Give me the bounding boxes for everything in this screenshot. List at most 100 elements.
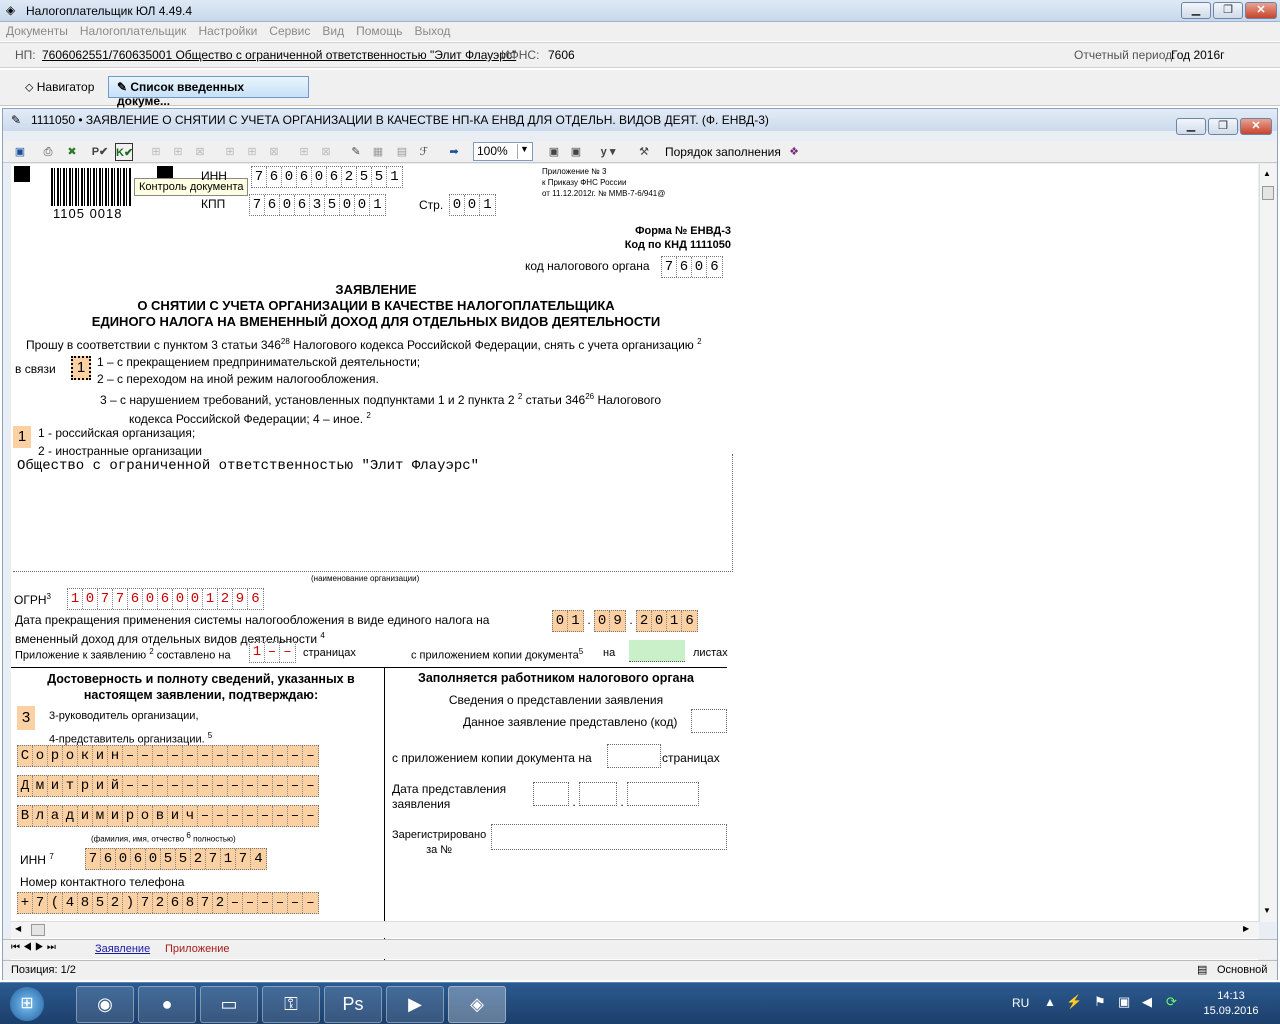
phone-cell: – — [228, 893, 243, 913]
window-icon[interactable]: ▣ — [545, 143, 563, 161]
ogrn-cell: 9 — [233, 589, 248, 609]
scroll-up-icon[interactable]: ▲ — [1263, 169, 1271, 178]
date-field[interactable]: 01 . 09 . 2016 — [552, 610, 699, 632]
minimize-button[interactable]: ▁ — [1181, 2, 1211, 19]
network-app-icon[interactable]: ⚿ — [262, 986, 320, 1023]
reason-field[interactable]: 1 — [71, 356, 91, 380]
kpp-field[interactable]: 760635001 — [249, 194, 386, 216]
inn2-field[interactable]: 760605527174 — [85, 848, 267, 870]
calendar-icon[interactable]: ▤ — [393, 143, 411, 161]
scroll-right-icon[interactable]: ▶ — [1243, 924, 1249, 933]
fill-order-button[interactable]: Порядок заполнения — [665, 145, 781, 159]
page-field[interactable]: 001 — [449, 194, 496, 216]
submission-date-field[interactable]: . . — [533, 782, 700, 809]
volume-icon[interactable]: ◀ — [1142, 994, 1152, 1010]
firefox-icon[interactable]: ● — [138, 986, 196, 1023]
maximize-button[interactable]: ❐ — [1213, 2, 1243, 19]
doc-close-button[interactable]: ✕ — [1240, 118, 1272, 135]
registered-number-field[interactable] — [491, 824, 727, 850]
signer-field[interactable]: 3 — [17, 706, 35, 730]
vertical-scrollbar[interactable]: ▲ ▼ — [1259, 164, 1276, 922]
horizontal-scroll-thumb[interactable] — [31, 924, 45, 936]
menu-help[interactable]: Помощь — [350, 22, 408, 40]
chrome-icon[interactable]: ◉ — [76, 986, 134, 1023]
menu-taxpayer[interactable]: Налогоплательщик — [74, 22, 193, 40]
windows-icon[interactable]: ▣ — [567, 143, 585, 161]
name-cell: – — [306, 778, 315, 794]
clock[interactable]: 14:13 15.09.2016 — [1196, 989, 1266, 1019]
scroll-down-icon[interactable]: ▼ — [1263, 906, 1271, 915]
save-icon[interactable]: ▣ — [11, 143, 29, 161]
patronymic-field[interactable]: Вл а д и м и р о в и ч – – – – – – – – — [17, 805, 319, 827]
surname-field[interactable]: Со р о к и н – – – – – – – – – – – – – — [17, 745, 319, 767]
grid-icon[interactable]: ▦ — [369, 143, 387, 161]
antivirus-icon[interactable]: ⚡ — [1066, 994, 1082, 1010]
vertical-scroll-thumb[interactable] — [1262, 186, 1274, 200]
phone-field[interactable]: +7(4 8 5 2) 7 2 6 8 7 2– – – – – – — [17, 892, 319, 914]
doc-minimize-button[interactable]: ▁ — [1176, 118, 1206, 135]
copy-pages-field[interactable] — [629, 640, 685, 662]
appendix-pages-field[interactable]: 1– – — [249, 641, 296, 663]
taxpayer-app-icon[interactable]: ◈ — [448, 986, 506, 1023]
sheet-tab-appendix[interactable]: Приложение — [165, 943, 230, 955]
book-icon[interactable]: ❖ — [785, 143, 803, 161]
phone-cell: 7 — [198, 893, 213, 913]
org-name-field[interactable]: Общество с ограниченной ответственностью… — [13, 454, 733, 572]
tray-expand-icon[interactable]: ▲ — [1044, 995, 1056, 1009]
close-button[interactable]: ✕ — [1245, 2, 1277, 19]
navigator-tab[interactable]: ⬦ Навигатор — [16, 76, 103, 98]
horizontal-scrollbar[interactable]: ◀ ▶ — [11, 921, 1259, 938]
menu-service[interactable]: Сервис — [263, 22, 316, 40]
sheet-nav-icons[interactable]: ⏮◀▶⏭ — [11, 942, 59, 953]
print-icon[interactable]: ⎙ — [39, 143, 57, 161]
doc-list-tab[interactable]: ✎ Список введенных докуме... — [108, 76, 309, 108]
scroll-left-icon[interactable]: ◀ — [15, 924, 21, 933]
doc-icon: ✎ — [11, 113, 22, 127]
menu-settings[interactable]: Настройки — [192, 22, 263, 40]
arrow-right-icon[interactable]: ➡ — [445, 143, 463, 161]
doc-restore-button[interactable]: ❐ — [1208, 118, 1238, 135]
menu-documents[interactable]: Документы — [0, 22, 74, 40]
submission-code-field[interactable] — [691, 709, 727, 733]
network-icon[interactable]: ▣ — [1118, 994, 1130, 1010]
media-player-icon[interactable]: ▶ — [386, 986, 444, 1023]
flag-icon[interactable]: ⚑ — [1094, 994, 1106, 1010]
sync-icon[interactable]: ⟳ — [1166, 994, 1177, 1010]
menu-exit[interactable]: Выход — [408, 22, 456, 40]
menu-view[interactable]: Вид — [316, 22, 350, 40]
sheet-tab-application[interactable]: Заявление — [95, 943, 150, 955]
calc-check-icon[interactable]: P✔ — [91, 143, 109, 161]
np-link[interactable]: 7606062551/760635001 Общество с ограниче… — [42, 48, 516, 62]
chevron-down-icon[interactable]: ▼ — [517, 144, 531, 159]
inn2-cell: 6 — [131, 849, 146, 869]
ogrn-cell: 1 — [203, 589, 218, 609]
patronymic-cell: и — [108, 806, 123, 826]
tax-copy-field[interactable] — [607, 744, 661, 768]
date_y-cell: 6 — [685, 613, 694, 629]
patronymic-cell: – — [288, 806, 303, 826]
start-button[interactable]: ⊞ — [10, 987, 44, 1021]
org-type-field[interactable]: 1 — [13, 426, 31, 448]
patronymic-cell: В — [18, 806, 33, 826]
submission-info-heading: Сведения о представлении заявления — [448, 693, 664, 707]
name-cell: – — [183, 776, 198, 796]
inn-cell: 6 — [327, 167, 342, 187]
export-excel-icon[interactable]: ✖ — [63, 143, 81, 161]
control-document-icon[interactable]: K✔ — [115, 143, 133, 161]
format-icon[interactable]: ℱ — [415, 143, 433, 161]
zoom-select[interactable]: 100% ▼ — [473, 142, 533, 161]
first-name-field[interactable]: Дм и т р и й – – – – – – – – – – – – – — [17, 775, 319, 797]
inn-field[interactable]: 7606062551 — [251, 166, 403, 188]
kpp-cell: 1 — [373, 197, 382, 213]
language-indicator[interactable]: RU — [1012, 996, 1029, 1010]
reason-options: 1 – с прекращением предпринимательской д… — [97, 355, 662, 426]
u-menu-icon[interactable]: у ▾ — [599, 143, 617, 161]
surname-cell: – — [123, 746, 138, 766]
text-edit-icon[interactable]: ✎ — [347, 143, 365, 161]
explorer-icon[interactable]: ▭ — [200, 986, 258, 1023]
ogrn-field[interactable]: 1077606001296 — [67, 588, 264, 610]
patronymic-cell: а — [48, 806, 63, 826]
photoshop-icon[interactable]: Ps — [324, 986, 382, 1023]
tools-icon[interactable]: ⚒ — [635, 143, 653, 161]
tax-code-field[interactable]: 7606 — [661, 256, 723, 278]
